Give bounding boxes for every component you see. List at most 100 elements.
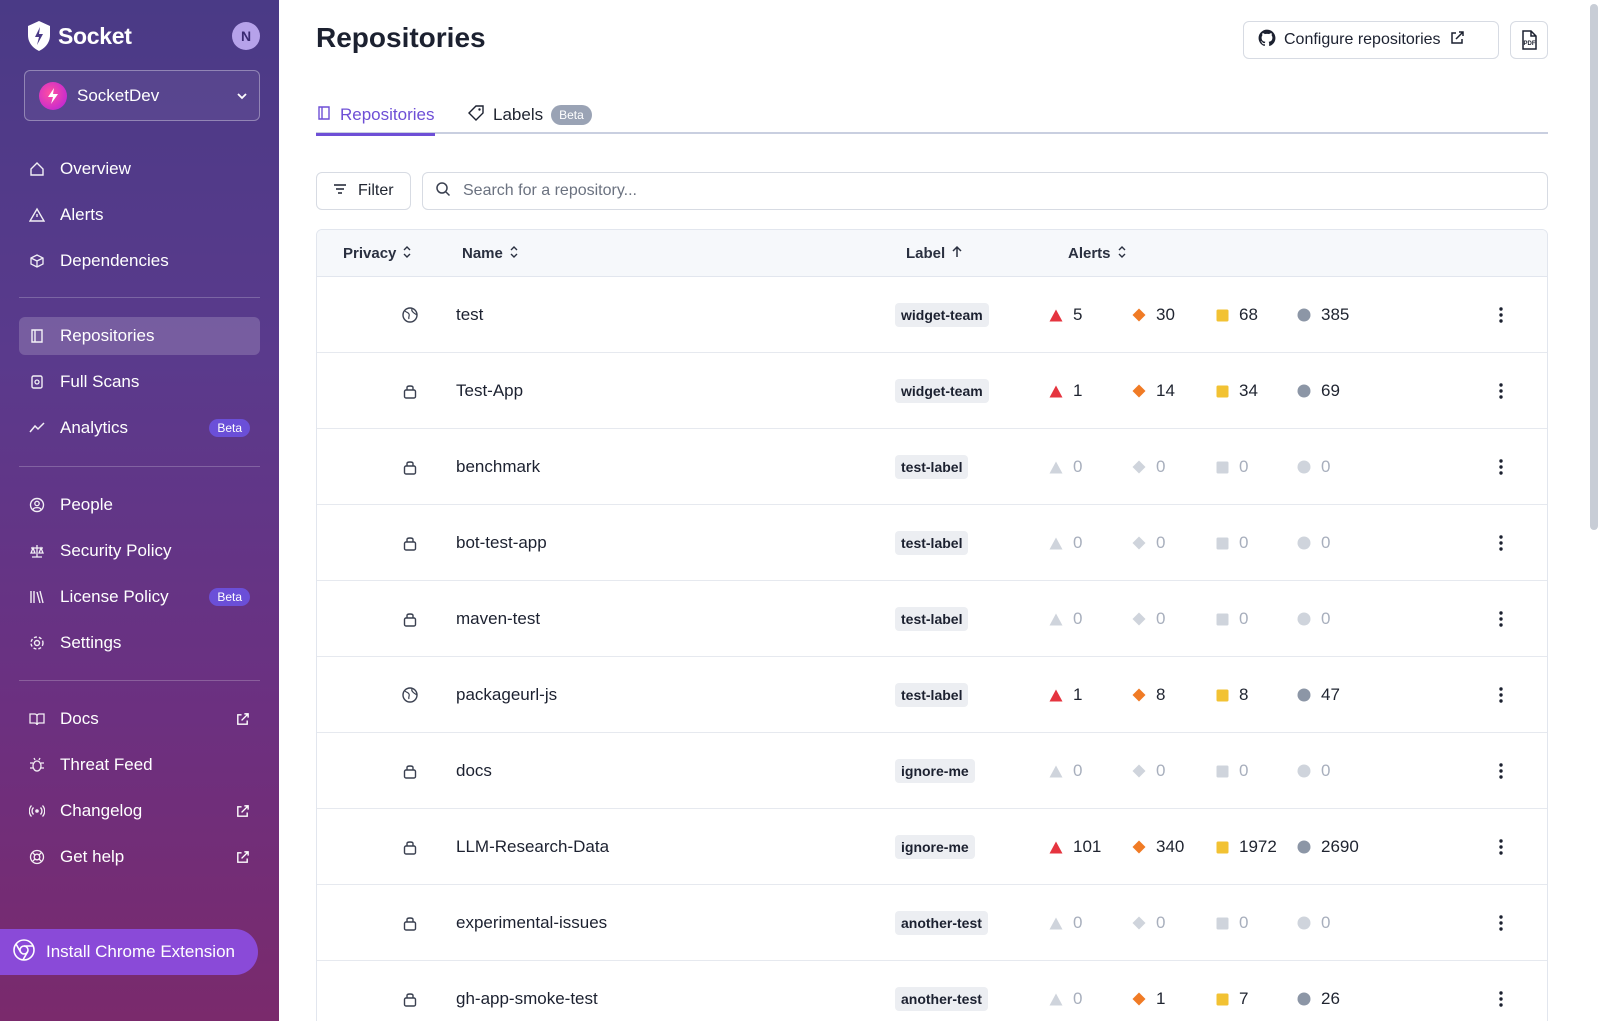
more-options-icon[interactable] xyxy=(1491,305,1511,325)
chevron-down-icon xyxy=(225,89,259,103)
label-tag[interactable]: widget-team xyxy=(895,379,989,403)
table-row[interactable]: LLM-Research-Data ignore-me 101 340 1972 2690 xyxy=(317,809,1547,885)
filter-button[interactable]: Filter xyxy=(316,172,411,210)
sidebar-item-security-policy[interactable]: Security Policy xyxy=(19,532,260,570)
more-options-icon[interactable] xyxy=(1491,685,1511,705)
alert-count-value: 0 xyxy=(1321,533,1331,552)
more-options-icon[interactable] xyxy=(1491,533,1511,553)
alert-count-critical: 0 xyxy=(1049,989,1082,1009)
column-privacy[interactable]: Privacy xyxy=(343,230,412,277)
pdf-icon: PDF xyxy=(1522,30,1537,50)
sidebar-item-docs[interactable]: Docs xyxy=(19,700,260,738)
page-scrollbar[interactable] xyxy=(1588,0,1600,1021)
tab-labels[interactable]: Labels Beta xyxy=(467,96,592,134)
tab-repositories[interactable]: Repositories xyxy=(316,96,435,136)
table-row[interactable]: experimental-issues another-test 0 0 0 0 xyxy=(317,885,1547,961)
repository-name[interactable]: gh-app-smoke-test xyxy=(456,989,598,1009)
more-options-icon[interactable] xyxy=(1491,381,1511,401)
more-options-icon[interactable] xyxy=(1491,837,1511,857)
bug-icon xyxy=(28,756,46,774)
sidebar-item-changelog[interactable]: Changelog xyxy=(19,792,260,830)
table-row[interactable]: bot-test-app test-label 0 0 0 0 xyxy=(317,505,1547,581)
more-options-icon[interactable] xyxy=(1491,989,1511,1009)
sidebar-item-label: Threat Feed xyxy=(60,755,153,774)
sidebar-item-repositories[interactable]: Repositories xyxy=(19,317,260,355)
sidebar-item-settings[interactable]: Settings xyxy=(19,624,260,662)
configure-repositories-label: Configure repositories xyxy=(1284,31,1441,48)
scrollbar-thumb[interactable] xyxy=(1590,4,1598,530)
table-row[interactable]: packageurl-js test-label 1 8 8 47 xyxy=(317,657,1547,733)
alert-count-critical: 0 xyxy=(1049,533,1082,553)
sort-icon xyxy=(509,245,519,263)
repository-name[interactable]: test xyxy=(456,305,483,325)
table-row[interactable]: benchmark test-label 0 0 0 0 xyxy=(317,429,1547,505)
label-tag[interactable]: ignore-me xyxy=(895,835,975,859)
middle-severity-icon xyxy=(1215,536,1229,550)
table-row[interactable]: Test-App widget-team 1 14 34 69 xyxy=(317,353,1547,429)
repository-name[interactable]: Test-App xyxy=(456,381,523,401)
sidebar-item-overview[interactable]: Overview xyxy=(19,150,260,188)
column-name[interactable]: Name xyxy=(462,230,519,277)
repository-name[interactable]: docs xyxy=(456,761,492,781)
repository-name[interactable]: maven-test xyxy=(456,609,540,629)
alert-count-value: 0 xyxy=(1239,533,1249,552)
sidebar-item-alerts[interactable]: Alerts xyxy=(19,196,260,234)
column-label[interactable]: Label xyxy=(906,230,963,277)
alert-count-critical: 0 xyxy=(1049,913,1082,933)
table-row[interactable]: test widget-team 5 30 68 385 xyxy=(317,277,1547,353)
sidebar-divider xyxy=(19,297,260,298)
high-severity-icon xyxy=(1132,992,1146,1006)
label-tag[interactable]: ignore-me xyxy=(895,759,975,783)
sidebar-item-get-help[interactable]: Get help xyxy=(19,838,260,876)
sidebar-item-dependencies[interactable]: Dependencies xyxy=(19,242,260,280)
user-avatar[interactable]: N xyxy=(232,22,260,50)
column-alerts[interactable]: Alerts xyxy=(1068,230,1127,277)
scan-icon xyxy=(28,373,46,391)
search-input[interactable] xyxy=(463,182,1547,200)
sidebar-item-label: Settings xyxy=(60,633,122,652)
alert-count-value: 0 xyxy=(1239,457,1249,476)
alert-count-low: 385 xyxy=(1297,305,1349,325)
label-tag[interactable]: another-test xyxy=(895,987,988,1011)
more-options-icon[interactable] xyxy=(1491,913,1511,933)
sidebar-item-license-policy[interactable]: License Policy Beta xyxy=(19,578,260,616)
export-pdf-button[interactable]: PDF xyxy=(1510,21,1548,59)
label-tag[interactable]: test-label xyxy=(895,455,969,479)
table-row[interactable]: docs ignore-me 0 0 0 0 xyxy=(317,733,1547,809)
sidebar-item-label: Security Policy xyxy=(60,541,172,560)
search-field[interactable] xyxy=(422,172,1548,210)
page-title: Repositories xyxy=(316,22,486,53)
label-tag[interactable]: test-label xyxy=(895,607,969,631)
repository-name[interactable]: benchmark xyxy=(456,457,540,477)
more-options-icon[interactable] xyxy=(1491,457,1511,477)
label-tag[interactable]: widget-team xyxy=(895,303,989,327)
label-tag[interactable]: test-label xyxy=(895,531,969,555)
repository-name[interactable]: packageurl-js xyxy=(456,685,557,705)
sidebar-item-threat-feed[interactable]: Threat Feed xyxy=(19,746,260,784)
org-selector[interactable]: SocketDev xyxy=(24,70,260,121)
more-options-icon[interactable] xyxy=(1491,609,1511,629)
lock-icon xyxy=(401,534,419,552)
sidebar-item-analytics[interactable]: Analytics Beta xyxy=(19,409,260,447)
label-tag[interactable]: another-test xyxy=(895,911,988,935)
repository-name[interactable]: bot-test-app xyxy=(456,533,547,553)
table-row[interactable]: gh-app-smoke-test another-test 0 1 7 26 xyxy=(317,961,1547,1021)
middle-severity-icon xyxy=(1215,612,1229,626)
github-icon xyxy=(1258,29,1276,52)
beta-badge: Beta xyxy=(209,419,250,437)
repository-name[interactable]: experimental-issues xyxy=(456,913,607,933)
sidebar-item-full-scans[interactable]: Full Scans xyxy=(19,363,260,401)
alert-count-value: 1 xyxy=(1156,989,1166,1008)
sidebar-item-people[interactable]: People xyxy=(19,486,260,524)
table-row[interactable]: maven-test test-label 0 0 0 0 xyxy=(317,581,1547,657)
repository-name[interactable]: LLM-Research-Data xyxy=(456,837,609,857)
alert-count-value: 101 xyxy=(1073,837,1102,856)
critical-severity-icon xyxy=(1049,460,1063,474)
sidebar-item-label: Docs xyxy=(60,709,99,728)
more-options-icon[interactable] xyxy=(1491,761,1511,781)
label-tag[interactable]: test-label xyxy=(895,683,969,707)
install-chrome-extension-button[interactable]: Install Chrome Extension xyxy=(0,929,258,975)
brand[interactable]: Socket xyxy=(26,18,132,54)
configure-repositories-button[interactable]: Configure repositories xyxy=(1243,21,1499,59)
scale-icon xyxy=(28,542,46,560)
